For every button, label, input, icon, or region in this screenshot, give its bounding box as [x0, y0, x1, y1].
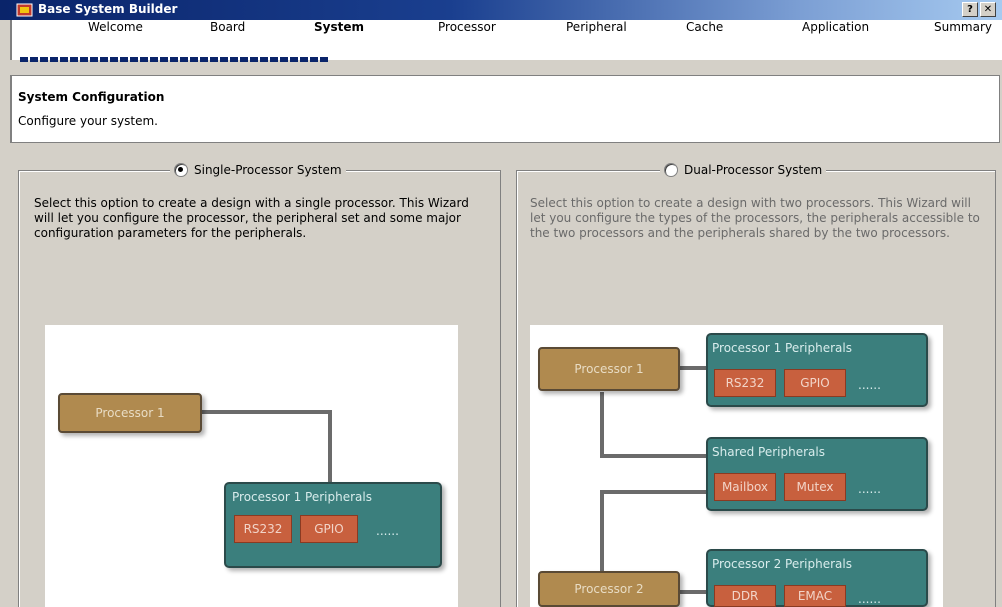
chip-gpio: GPIO [300, 515, 358, 543]
single-processor-radio[interactable] [174, 163, 188, 177]
dual-processor-option[interactable]: Dual-Processor System [660, 160, 827, 180]
step-welcome[interactable]: Welcome [88, 20, 143, 36]
diagram-wire [200, 410, 332, 414]
processor-1-box: Processor 1 [538, 347, 680, 391]
more-indicator: ...... [858, 592, 881, 606]
processor-1-peripherals-title: Processor 1 Peripherals [712, 341, 852, 355]
processor-2-peripherals-title: Processor 2 Peripherals [712, 557, 852, 571]
dual-processor-description: Select this option to create a design wi… [530, 196, 980, 240]
single-processor-description: Select this option to create a design wi… [34, 196, 469, 240]
diagram-wire [600, 492, 604, 574]
step-summary[interactable]: Summary [934, 20, 992, 36]
chip-rs232: RS232 [714, 369, 776, 397]
close-button[interactable]: ✕ [980, 2, 996, 17]
page-title: System Configuration [18, 90, 165, 104]
diagram-wire [678, 366, 708, 370]
more-indicator: ...... [858, 378, 881, 392]
single-processor-label: Single-Processor System [194, 163, 342, 177]
step-cache[interactable]: Cache [686, 20, 723, 36]
processor-2-box: Processor 2 [538, 571, 680, 607]
app-icon [16, 2, 33, 18]
diagram-wire [600, 490, 708, 494]
step-application[interactable]: Application [802, 20, 869, 36]
header-panel [10, 75, 1000, 143]
chip-ddr: DDR [714, 585, 776, 607]
step-system[interactable]: System [314, 20, 364, 36]
step-processor[interactable]: Processor [438, 20, 496, 36]
diagram-wire [600, 454, 708, 458]
diagram-wire [328, 410, 332, 484]
more-indicator: ...... [376, 524, 399, 538]
step-peripheral[interactable]: Peripheral [566, 20, 627, 36]
help-button[interactable]: ? [962, 2, 978, 17]
shared-peripherals-title: Shared Peripherals [712, 445, 825, 459]
diagram-wire [600, 392, 604, 456]
chip-mailbox: Mailbox [714, 473, 776, 501]
processor-1-peripherals-title: Processor 1 Peripherals [232, 490, 372, 504]
chip-rs232: RS232 [234, 515, 292, 543]
page-description: Configure your system. [18, 114, 158, 128]
diagram-wire [680, 590, 708, 594]
dual-processor-radio[interactable] [664, 163, 678, 177]
step-board[interactable]: Board [210, 20, 245, 36]
more-indicator: ...... [858, 482, 881, 496]
chip-mutex: Mutex [784, 473, 846, 501]
dual-processor-label: Dual-Processor System [684, 163, 823, 177]
single-processor-option[interactable]: Single-Processor System [170, 160, 346, 180]
chip-emac: EMAC [784, 585, 846, 607]
window-title: Base System Builder [38, 2, 178, 16]
processor-1-box: Processor 1 [58, 393, 202, 433]
chip-gpio: GPIO [784, 369, 846, 397]
wizard-progress-bar [20, 57, 330, 62]
